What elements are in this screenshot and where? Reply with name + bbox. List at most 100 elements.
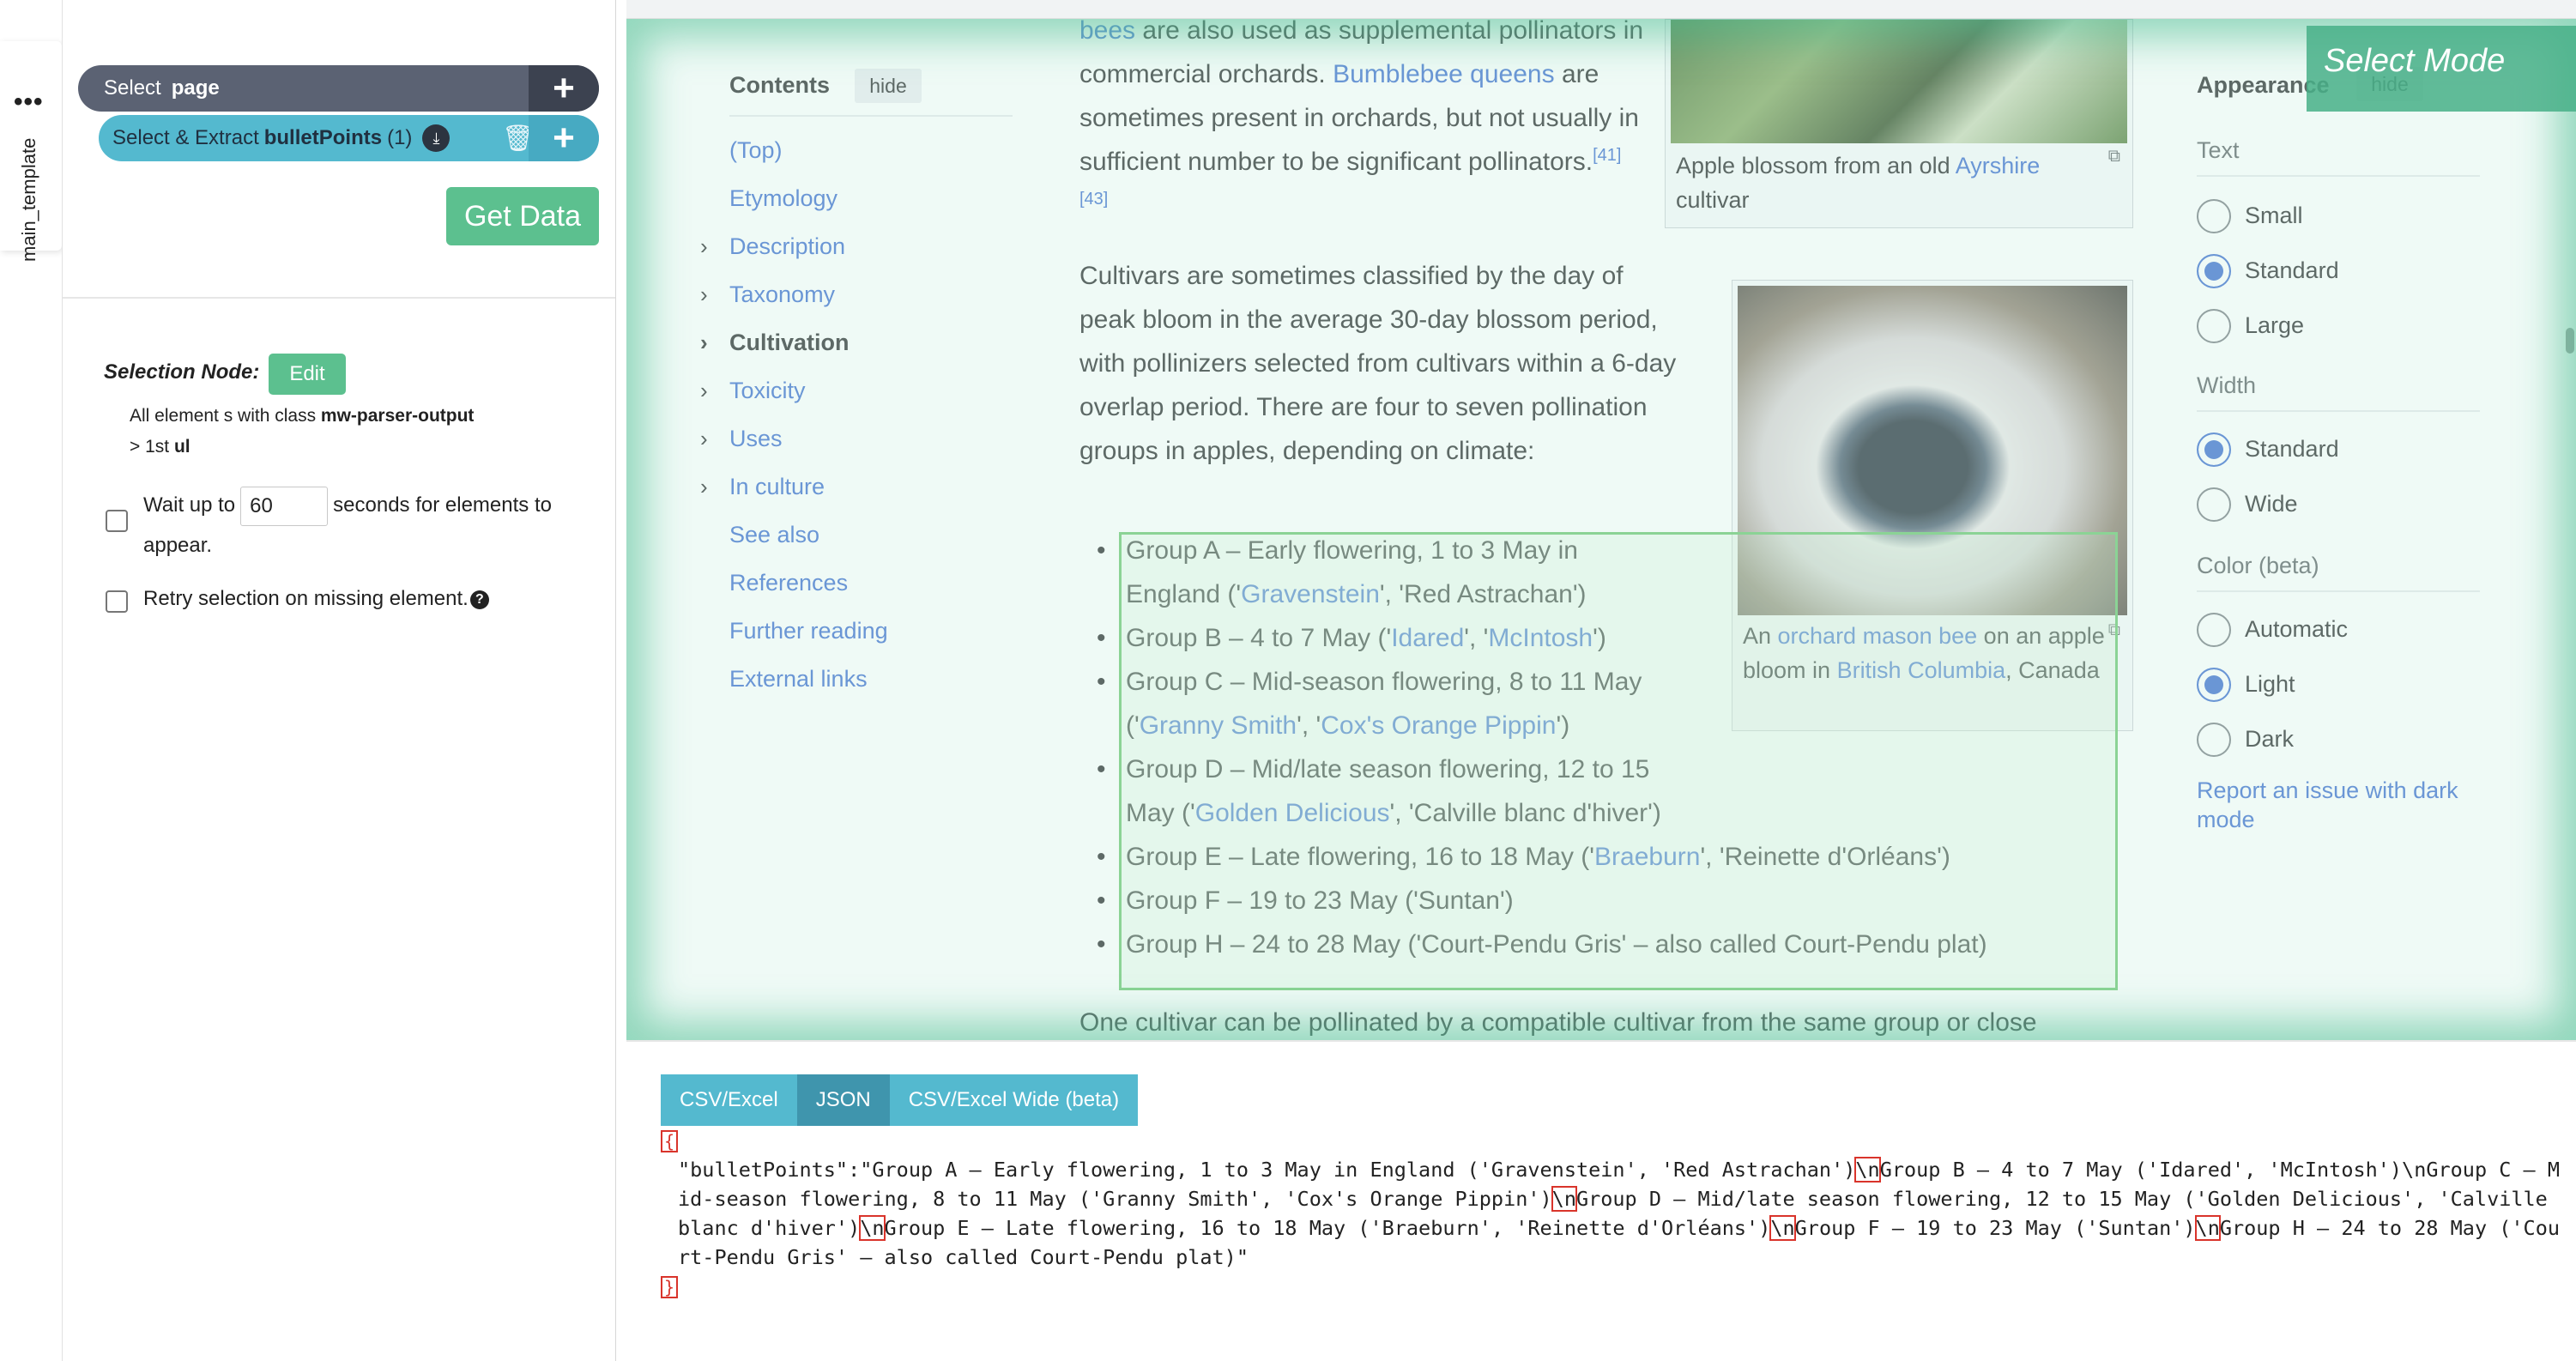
selection-description: All element s with class mw-parser-outpu… xyxy=(130,406,475,457)
divider xyxy=(2197,590,2480,592)
command-label: Select page xyxy=(104,76,220,100)
divider xyxy=(2197,410,2480,412)
radio-color-dark[interactable] xyxy=(2197,723,2231,757)
select-extract-command[interactable]: Select & Extract bulletPoints (1) ⤓ 🗑 + xyxy=(99,115,599,161)
radio-text-large[interactable] xyxy=(2197,309,2231,343)
option-label: Small xyxy=(2245,203,2303,228)
template-tab[interactable]: ••• main_template xyxy=(0,41,62,262)
chevron-right-icon[interactable]: › xyxy=(700,474,708,500)
newline-marker: \n xyxy=(1769,1215,1796,1241)
chevron-right-icon[interactable]: › xyxy=(700,330,708,356)
toc-item-see-also[interactable]: See also xyxy=(729,522,819,548)
tab-json[interactable]: JSON xyxy=(796,1074,890,1126)
link-mcintosh[interactable]: McIntosh xyxy=(1488,624,1593,652)
radio-width-standard[interactable] xyxy=(2197,432,2231,467)
list-item: Group A – Early flowering, 1 to 3 May in… xyxy=(1079,529,1629,616)
more-options-icon[interactable]: ••• xyxy=(14,89,44,115)
radio-color-light[interactable] xyxy=(2197,668,2231,702)
get-data-button[interactable]: Get Data xyxy=(446,187,599,245)
toc-item-in-culture[interactable]: › In culture xyxy=(700,474,825,500)
list-item: Group C – Mid-season flowering, 8 to 11 … xyxy=(1079,660,1672,747)
extension-panel: Select page + Select & Extract bulletPoin… xyxy=(62,0,616,1361)
newline-marker: \n xyxy=(859,1215,886,1241)
radio-width-wide[interactable] xyxy=(2197,487,2231,522)
mason-bee-image[interactable] xyxy=(1738,286,2127,615)
toc-item-description[interactable]: › Description xyxy=(700,233,845,260)
link-bumblebee-queens[interactable]: Bumblebee queens xyxy=(1333,60,1555,88)
toc-title: Contents xyxy=(729,72,830,98)
text-size-label: Text xyxy=(2197,137,2240,163)
list-item: Group D – Mid/late season flowering, 12 … xyxy=(1079,747,1672,835)
toc-item-etymology[interactable]: Etymology xyxy=(729,185,838,212)
data-output-panel: CSV/Excel JSON CSV/Excel Wide (beta) { "… xyxy=(626,1040,2576,1361)
json-close-brace: } xyxy=(661,1276,679,1298)
add-command-button[interactable]: + xyxy=(529,65,599,112)
toc-item-references[interactable]: References xyxy=(729,570,848,596)
toc-item-further-reading[interactable]: Further reading xyxy=(729,618,888,644)
option-label: Light xyxy=(2245,671,2295,697)
edit-selection-button[interactable]: Edit xyxy=(269,354,346,395)
link-british-columbia[interactable]: British Columbia xyxy=(1837,657,2006,683)
enlarge-icon[interactable]: ⧉ xyxy=(2108,620,2120,640)
figure-caption: An orchard mason bee on an apple bloom i… xyxy=(1743,623,2105,683)
add-command-button[interactable]: + xyxy=(529,115,599,161)
output-tabs: CSV/Excel JSON CSV/Excel Wide (beta) xyxy=(661,1074,1139,1126)
option-label: Wide xyxy=(2245,491,2298,517)
width-label: Width xyxy=(2197,372,2257,398)
tab-csv-excel[interactable]: CSV/Excel xyxy=(661,1074,797,1126)
paragraph: Cultivars are sometimes classified by th… xyxy=(1079,262,1677,465)
option-label: Standard xyxy=(2245,436,2339,462)
json-open-brace: { xyxy=(661,1130,679,1152)
option-label: Large xyxy=(2245,312,2305,338)
help-icon[interactable]: ? xyxy=(469,590,489,609)
json-value: "bulletPoints":"Group A – Early flowerin… xyxy=(678,1157,2560,1269)
figure-apple-blossom: Apple blossom from an old Ayrshire culti… xyxy=(1665,19,2133,228)
apple-blossom-image[interactable] xyxy=(1671,20,2127,143)
command-label: Select & Extract bulletPoints (1) ⤓ xyxy=(99,124,450,152)
toc-item-cultivation[interactable]: › Cultivation xyxy=(700,330,850,356)
divider xyxy=(729,115,1013,117)
paragraph: bees are also used as supplemental polli… xyxy=(1079,16,1644,209)
link-braeburn[interactable]: Braeburn xyxy=(1594,843,1700,871)
select-mode-badge: Select Mode xyxy=(2307,26,2576,112)
report-dark-mode-link[interactable]: Report an issue with dark mode xyxy=(2197,776,2480,834)
toc-item-top[interactable]: (Top) xyxy=(729,137,783,164)
chevron-right-icon[interactable]: › xyxy=(700,281,708,308)
toc-item-external-links[interactable]: External links xyxy=(729,666,868,693)
toc-item-uses[interactable]: › Uses xyxy=(700,426,783,452)
template-tab-label: main_template xyxy=(18,137,39,263)
color-label: Color (beta) xyxy=(2197,553,2319,578)
link-orchard-mason-bee[interactable]: orchard mason bee xyxy=(1778,623,1978,649)
toc-item-taxonomy[interactable]: › Taxonomy xyxy=(700,281,835,308)
page-scrollbar[interactable] xyxy=(2566,328,2574,354)
download-icon[interactable]: ⤓ xyxy=(422,124,450,152)
link-ayrshire[interactable]: Ayrshire xyxy=(1956,153,2041,178)
tab-csv-excel-wide[interactable]: CSV/Excel Wide (beta) xyxy=(889,1074,1139,1126)
toc-hide-button[interactable]: hide xyxy=(855,69,922,103)
radio-text-small[interactable] xyxy=(2197,199,2231,233)
link-granny-smith[interactable]: Granny Smith xyxy=(1140,711,1297,740)
chevron-right-icon[interactable]: › xyxy=(700,233,708,260)
link-bees[interactable]: bees xyxy=(1079,16,1135,45)
browser-page: Contents hide (Top) Etymology › Descripti… xyxy=(626,0,2576,1040)
option-label: Standard xyxy=(2245,257,2339,283)
link-gravenstein[interactable]: Gravenstein xyxy=(1241,580,1380,608)
link-golden-delicious[interactable]: Golden Delicious xyxy=(1195,799,1390,827)
wait-seconds-input[interactable]: 60 xyxy=(240,486,329,526)
toc-item-toxicity[interactable]: › Toxicity xyxy=(700,378,806,404)
newline-marker: \n xyxy=(2194,1215,2221,1241)
wait-checkbox[interactable] xyxy=(106,510,128,532)
paragraph: One cultivar can be pollinated by a comp… xyxy=(1079,1008,2037,1037)
link-coxs-orange-pippin[interactable]: Cox's Orange Pippin xyxy=(1321,711,1556,740)
chevron-right-icon[interactable]: › xyxy=(700,426,708,452)
enlarge-icon[interactable]: ⧉ xyxy=(2108,147,2120,166)
select-page-command[interactable]: Select page + xyxy=(78,65,599,112)
divider xyxy=(63,297,615,299)
link-idared[interactable]: Idared xyxy=(1391,624,1464,652)
chevron-right-icon[interactable]: › xyxy=(700,378,708,404)
json-output: { "bulletPoints":"Group A – Early flower… xyxy=(661,1126,2571,1301)
radio-text-standard[interactable] xyxy=(2197,254,2231,288)
list-item: Group F – 19 to 23 May ('Suntan') xyxy=(1079,879,2109,922)
retry-checkbox[interactable] xyxy=(106,590,128,613)
radio-color-automatic[interactable] xyxy=(2197,613,2231,647)
